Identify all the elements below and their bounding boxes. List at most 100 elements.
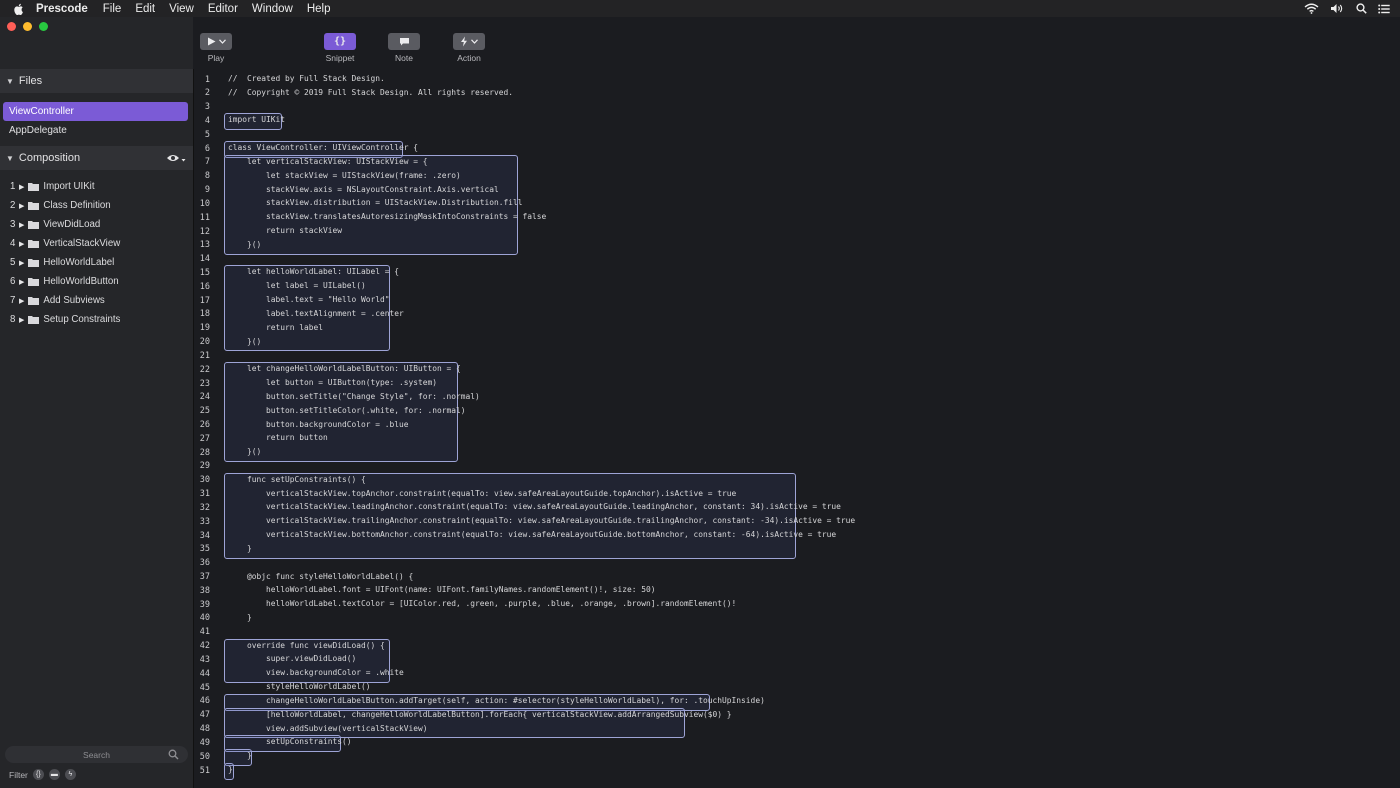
menu-file[interactable]: File [103,3,122,15]
action-button[interactable]: Action [439,33,499,63]
disclosure-closed-icon[interactable]: ▶ [19,297,24,305]
code-line[interactable]: label.textAlignment = .center [228,308,404,320]
code-line[interactable]: button.setTitle("Change Style", for: .no… [228,391,480,403]
zoom-window-button[interactable] [39,22,48,31]
app-name[interactable]: Prescode [36,3,88,15]
composition-item-number: 6 [10,276,16,287]
code-line[interactable]: verticalStackView.bottomAnchor.constrain… [228,529,836,541]
code-line[interactable]: } [228,764,233,776]
code-line[interactable]: helloWorldLabel.textColor = [UIColor.red… [228,598,736,610]
composition-item[interactable]: 2 ▶ Class Definition [10,196,111,215]
disclosure-closed-icon[interactable]: ▶ [19,183,24,191]
files-section-header[interactable]: ▼ Files [0,69,193,93]
code-line[interactable]: // Copyright © 2019 Full Stack Design. A… [228,87,513,99]
code-line[interactable]: styleHelloWorldLabel() [228,681,371,693]
composition-item[interactable]: 1 ▶ Import UIKit [10,177,95,196]
code-line[interactable]: }() [228,336,261,348]
note-button[interactable]: Note [374,33,434,63]
line-number: 45 [199,682,210,693]
volume-icon[interactable] [1330,3,1345,14]
code-line[interactable]: return label [228,322,323,334]
composition-item[interactable]: 4 ▶ VerticalStackView [10,234,120,253]
filter-label: Filter [9,769,28,780]
code-line[interactable]: override func viewDidLoad() { [228,640,385,652]
code-line[interactable]: label.text = "Hello World" [228,294,390,306]
line-number: 40 [199,613,210,624]
apple-icon[interactable] [12,2,26,16]
code-editor[interactable]: 1 // Created by Full Stack Design. 2 // Cop… [194,69,1400,788]
composition-item[interactable]: 3 ▶ ViewDidLoad [10,215,100,234]
code-line[interactable]: @objc func styleHelloWorldLabel() { [228,571,413,583]
code-line[interactable]: button.backgroundColor = .blue [228,419,409,431]
disclosure-closed-icon[interactable]: ▶ [19,316,24,324]
code-line[interactable]: import UIKit [228,114,285,126]
menu-edit[interactable]: Edit [135,3,155,15]
disclosure-closed-icon[interactable]: ▶ [19,221,24,229]
composition-item[interactable]: 6 ▶ HelloWorldButton [10,272,119,291]
disclosure-closed-icon[interactable]: ▶ [19,202,24,210]
code-line[interactable]: let helloWorldLabel: UILabel = { [228,266,399,278]
disclosure-open-icon: ▼ [6,153,14,163]
filter-action-bolt-icon[interactable]: ϟ [64,769,76,780]
window-controls [7,22,48,31]
file-appdelegate[interactable]: AppDelegate [3,121,188,140]
code-line[interactable]: stackView.distribution = UIStackView.Dis… [228,197,523,209]
code-line[interactable]: stackView.axis = NSLayoutConstraint.Axis… [228,184,499,196]
composition-item[interactable]: 7 ▶ Add Subviews [10,291,105,310]
code-line[interactable]: view.backgroundColor = .white [228,667,404,679]
code-line[interactable]: } [228,750,252,762]
menu-editor[interactable]: Editor [208,3,238,15]
close-window-button[interactable] [7,22,16,31]
code-line[interactable]: super.viewDidLoad() [228,653,356,665]
code-line[interactable]: let button = UIButton(type: .system) [228,377,437,389]
snippet-button[interactable]: {} Snippet [310,33,370,63]
code-line[interactable]: let stackView = UIStackView(frame: .zero… [228,170,461,182]
play-icon [207,37,215,46]
code-line[interactable]: return button [228,432,328,444]
code-line[interactable]: view.addSubview(verticalStackView) [228,723,428,735]
code-line[interactable]: let changeHelloWorldLabelButton: UIButto… [228,363,461,375]
code-line[interactable]: return stackView [228,225,342,237]
code-line[interactable]: verticalStackView.leadingAnchor.constrai… [228,501,841,513]
composition-section-header[interactable]: ▼ Composition [0,146,193,170]
code-line[interactable]: func setUpConstraints() { [228,474,366,486]
disclosure-closed-icon[interactable]: ▶ [19,278,24,286]
code-line[interactable]: [helloWorldLabel, changeHelloWorldLabelB… [228,709,732,721]
notification-center-icon[interactable] [1378,4,1390,14]
line-number: 47 [199,710,210,721]
disclosure-closed-icon[interactable]: ▶ [19,240,24,248]
code-line[interactable]: class ViewController: UIViewController { [228,142,418,154]
code-line[interactable]: let label = UILabel() [228,280,366,292]
code-line[interactable]: }() [228,239,261,251]
wifi-icon[interactable] [1304,3,1319,14]
filter-snippet-braces-icon[interactable]: {} [32,769,44,780]
code-line[interactable]: setUpConstraints() [228,736,352,748]
menu-window[interactable]: Window [252,3,293,15]
menu-view[interactable]: View [169,3,194,15]
code-line[interactable]: stackView.translatesAutoresizingMaskInto… [228,211,546,223]
code-line[interactable]: // Created by Full Stack Design. [228,73,385,85]
code-line[interactable]: let verticalStackView: UIStackView = { [228,156,428,168]
composition-item[interactable]: 5 ▶ HelloWorldLabel [10,253,114,272]
code-line[interactable]: verticalStackView.trailingAnchor.constra… [228,515,855,527]
composition-item[interactable]: 8 ▶ Setup Constraints [10,310,120,329]
play-button[interactable]: Play [186,33,246,63]
line-number: 41 [199,627,210,638]
file-viewcontroller[interactable]: ViewController [3,102,188,121]
menu-help[interactable]: Help [307,3,331,15]
code-line[interactable]: }() [228,446,261,458]
code-line[interactable]: changeHelloWorldLabelButton.addTarget(se… [228,695,765,707]
code-line[interactable]: button.setTitleColor(.white, for: .norma… [228,405,466,417]
code-line[interactable]: verticalStackView.topAnchor.constraint(e… [228,488,736,500]
search-field[interactable]: Search [5,746,188,763]
minimize-window-button[interactable] [23,22,32,31]
eye-visibility-icon[interactable] [166,153,186,163]
disclosure-closed-icon[interactable]: ▶ [19,259,24,267]
filter-note-icon[interactable]: ▬ [48,769,60,780]
code-line[interactable]: } [228,612,252,624]
code-line[interactable]: helloWorldLabel.font = UIFont(name: UIFo… [228,584,656,596]
composition-item-number: 1 [10,181,16,192]
code-line[interactable]: } [228,543,252,555]
spotlight-icon[interactable] [1356,3,1367,14]
line-number: 11 [199,212,210,223]
